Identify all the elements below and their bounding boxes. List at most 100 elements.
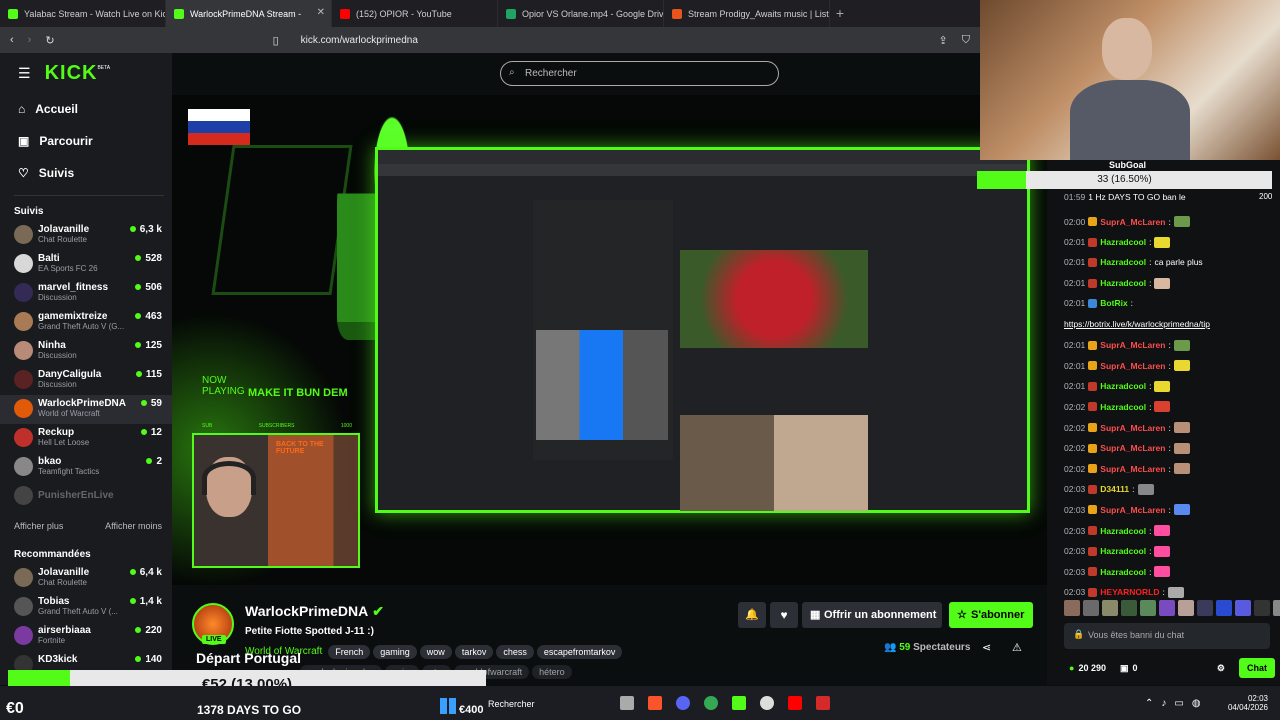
chat-username[interactable]: Hazradcool: [1100, 257, 1146, 267]
settings-icon[interactable]: ⚙: [1217, 663, 1225, 674]
emote-icon[interactable]: [1178, 600, 1194, 616]
chat-username[interactable]: Hazradcool: [1100, 526, 1146, 536]
channel-item[interactable]: marvel_fitness Discussion 506: [0, 279, 172, 308]
show-less-link[interactable]: Afficher moins: [105, 521, 162, 531]
emote-icon[interactable]: [1254, 600, 1270, 616]
channel-item-offline[interactable]: PunisherEnLive: [0, 482, 172, 511]
brave-icon[interactable]: [648, 696, 662, 710]
emote-icon[interactable]: [1216, 600, 1232, 616]
report-icon[interactable]: ⚠: [1012, 641, 1022, 654]
emote-icon[interactable]: [1121, 600, 1137, 616]
back-icon[interactable]: ‹: [10, 34, 14, 46]
new-tab-icon[interactable]: +: [830, 0, 850, 27]
emote-icon[interactable]: [1159, 600, 1175, 616]
chat-text[interactable]: https://botrix.live/k/warlockprimedna/ti…: [1064, 319, 1210, 329]
nav-following[interactable]: ♡ Suivis: [0, 157, 172, 189]
tag-chip[interactable]: hétero: [532, 665, 572, 679]
chat-username[interactable]: SuprA_McLaren: [1100, 361, 1165, 371]
share-icon[interactable]: ⋖: [982, 641, 991, 654]
channel-item[interactable]: Ninha Discussion 125: [0, 337, 172, 366]
emote-icon[interactable]: [1064, 600, 1080, 616]
bookmark-icon[interactable]: ▯: [273, 34, 279, 47]
chat-username[interactable]: SuprA_McLaren: [1100, 217, 1165, 227]
channel-item[interactable]: WarlockPrimeDNA World of Warcraft 59: [0, 395, 172, 424]
follow-button[interactable]: ♥: [770, 602, 798, 628]
channel-item[interactable]: Jolavanille Chat Roulette 6,3 k: [0, 221, 172, 250]
tag-chip[interactable]: gaming: [373, 645, 417, 659]
video-player[interactable]: NOW PLAYING MAKE IT BUN DEM SUB SUBSCRIBER…: [172, 95, 1047, 585]
channel-item[interactable]: Reckup Hell Let Loose 12: [0, 424, 172, 453]
taskbar-search[interactable]: Rechercher: [472, 695, 602, 713]
chat-username[interactable]: SuprA_McLaren: [1100, 464, 1165, 474]
browser-tab[interactable]: Stream Prodigy_Awaits music | List: [664, 0, 830, 27]
emote-icon[interactable]: [1083, 600, 1099, 616]
discord-icon[interactable]: [676, 696, 690, 710]
show-more-link[interactable]: Afficher plus: [14, 521, 63, 531]
channel-category: World of Warcraft: [38, 409, 100, 418]
avatar: [14, 341, 33, 360]
chat-input[interactable]: 🔒 Vous êtes banni du chat: [1064, 623, 1270, 649]
nav-browse[interactable]: ▣ Parcourir: [0, 125, 172, 157]
chat-username[interactable]: Hazradcool: [1100, 402, 1146, 412]
channel-item[interactable]: gamemixtreize Grand Theft Auto V (G... 463: [0, 308, 172, 337]
chat-username[interactable]: SuprA_McLaren: [1100, 443, 1165, 453]
gift-sub-button[interactable]: ▦ Offrir un abonnement: [802, 602, 942, 628]
channel-item[interactable]: airserbiaaa Fortnite 220: [0, 622, 172, 651]
forward-icon[interactable]: ›: [28, 34, 32, 46]
chat-username[interactable]: SuprA_McLaren: [1100, 340, 1165, 350]
channel-item[interactable]: DanyCaligula Discussion 115: [0, 366, 172, 395]
browser-tab-active[interactable]: WarlockPrimeDNA Stream - ✕: [166, 0, 332, 27]
kick-logo[interactable]: KICK: [45, 62, 98, 85]
channel-item[interactable]: Balti EA Sports FC 26 528: [0, 250, 172, 279]
subscribe-button[interactable]: ☆ S'abonner: [949, 602, 1033, 628]
chat-username[interactable]: BotRix: [1100, 298, 1127, 308]
chest-icon[interactable]: ▣: [1120, 663, 1129, 674]
chat-username[interactable]: Hazradcool: [1100, 567, 1146, 577]
emote-icon[interactable]: [1140, 600, 1156, 616]
chat-username[interactable]: Hazradcool: [1100, 278, 1146, 288]
chat-username[interactable]: Hazradcool: [1100, 237, 1146, 247]
chat-username[interactable]: HEYARNORLD: [1100, 587, 1159, 597]
nav-home[interactable]: ⌂ Accueil: [0, 93, 172, 125]
windows-start-icon[interactable]: [440, 698, 456, 714]
emote-icon[interactable]: [1273, 600, 1280, 616]
tray-icons[interactable]: ⌃♪▭◍: [1145, 698, 1209, 709]
notifications-button[interactable]: 🔔: [738, 602, 766, 628]
share-icon[interactable]: ⇪: [939, 34, 948, 47]
chat-username[interactable]: D34111: [1100, 484, 1129, 494]
shield-icon[interactable]: ⛉: [962, 34, 970, 47]
emote-icon[interactable]: [1102, 600, 1118, 616]
channel-item[interactable]: Jolavanille Chat Roulette 6,4 k: [0, 564, 172, 593]
clock[interactable]: 02:03 04/04/2026: [1220, 694, 1268, 712]
channel-item[interactable]: Tobias Grand Theft Auto V (... 1,4 k: [0, 593, 172, 622]
chat-button[interactable]: Chat: [1239, 658, 1275, 678]
tag-chip[interactable]: chess: [496, 645, 534, 659]
menu-icon[interactable]: ☰: [18, 65, 31, 82]
browser-tab[interactable]: Opior VS Orlane.mp4 - Google Drive: [498, 0, 664, 27]
chrome-icon[interactable]: [704, 696, 718, 710]
tag-chip[interactable]: tarkov: [454, 645, 494, 659]
chat-username[interactable]: SuprA_McLaren: [1100, 505, 1165, 515]
close-tab-icon[interactable]: ✕: [317, 7, 325, 18]
youtube-icon[interactable]: [788, 696, 802, 710]
search-input[interactable]: ⌕ Rechercher: [500, 61, 779, 86]
url-field[interactable]: kick.com/warlockprimedna: [301, 35, 418, 46]
drive-favicon-icon: [506, 8, 516, 19]
task-view-icon[interactable]: [620, 696, 634, 710]
chat-username[interactable]: Hazradcool: [1100, 546, 1146, 556]
tag-chip[interactable]: escapefromtarkov: [536, 645, 623, 659]
chat-username[interactable]: SuprA_McLaren: [1100, 423, 1165, 433]
tag-chip[interactable]: French: [328, 645, 371, 659]
chat-username[interactable]: Hazradcool: [1100, 381, 1146, 391]
emote-icon[interactable]: [1235, 600, 1251, 616]
channel-item[interactable]: bkao Teamfight Tactics 2: [0, 453, 172, 482]
emote-icon[interactable]: [1197, 600, 1213, 616]
pdf-icon[interactable]: [816, 696, 830, 710]
streamer-name[interactable]: WarlockPrimeDNA ✔: [245, 603, 384, 620]
tag-chip[interactable]: wow: [419, 645, 452, 659]
reload-icon[interactable]: ↻: [45, 34, 54, 47]
obs-icon[interactable]: [760, 696, 774, 710]
browser-tab[interactable]: Yalabac Stream - Watch Live on Kick: [0, 0, 166, 27]
browser-tab[interactable]: (152) OPIOR - YouTube: [332, 0, 498, 27]
kick-app-icon[interactable]: [732, 696, 746, 710]
